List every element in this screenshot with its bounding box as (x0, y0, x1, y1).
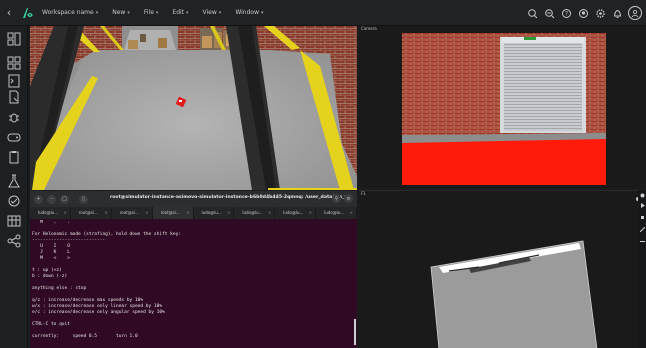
terminal-maximize-icon[interactable]: □ (60, 194, 69, 204)
terminal-tab-label: root@si... (160, 210, 180, 215)
svg-text:?: ? (565, 10, 568, 17)
pan-tool-icon[interactable] (639, 214, 645, 220)
deploy-icon[interactable] (7, 194, 21, 208)
top-menu-bar: ‹ Workspace name ▾ New ▾ File ▾ Edit ▾ View ▾ Wind… (0, 0, 646, 26)
chevron-down-icon: ▾ (127, 10, 130, 16)
chevron-down-icon: ▾ (260, 10, 264, 16)
menu-edit[interactable]: Edit ▾ (172, 9, 188, 16)
terminal-tab-label: ludo@lu... (283, 210, 304, 215)
menu-label: Workspace name (42, 9, 94, 16)
flask-icon[interactable] (7, 174, 21, 188)
terminal-tab-bar: ludo@lu... × root@si... × root@si... × root@si… (30, 207, 357, 219)
close-icon[interactable]: × (268, 210, 271, 215)
map-view[interactable] (359, 191, 640, 348)
chevron-down-icon: ▾ (155, 10, 159, 16)
main-menu: Workspace name ▾ New ▾ File ▾ Edit ▾ View ▾ Window… (42, 9, 278, 16)
code-icon[interactable] (7, 74, 21, 88)
terminal-tab[interactable]: ludo@lu... × (275, 207, 317, 219)
top-icon-group: ? (524, 4, 642, 22)
map-panel-title: F1 (361, 191, 366, 196)
bug-icon[interactable] (7, 110, 21, 124)
terminal-line: currently: speed 0.5 turn 1.0 (32, 334, 138, 339)
menu-view[interactable]: View ▾ (203, 9, 222, 16)
menu-label: View (202, 9, 217, 16)
camera-panel-title: Camera (361, 26, 377, 31)
camera-scene (402, 33, 606, 185)
terminal-tab[interactable]: ludo@lu... × (234, 207, 276, 219)
close-icon[interactable]: × (145, 210, 148, 215)
terminal-tab[interactable]: root@si... × (112, 207, 153, 219)
github-icon[interactable] (575, 4, 592, 22)
close-icon[interactable]: × (350, 210, 353, 215)
menu-new[interactable]: New ▾ (112, 9, 130, 16)
terminal-search-icon[interactable]: ⚲ (332, 194, 341, 203)
chevron-down-icon: ▾ (95, 10, 99, 16)
terminal-tab[interactable]: ludo@lu... × (30, 207, 71, 219)
clipboard-icon[interactable] (7, 150, 21, 164)
panel-gear-icon[interactable] (639, 192, 645, 198)
terminal-header: + – □ ▯ root@simulator-instance-asimovo-… (30, 191, 357, 207)
terminal-tab[interactable]: root@si... × (71, 207, 112, 219)
play-icon[interactable] (639, 202, 645, 208)
layout-icon[interactable] (7, 32, 21, 46)
terminal-tab-label: ludo@lu... (242, 210, 263, 215)
menu-label: Window (235, 9, 259, 16)
settings-icon[interactable] (592, 4, 609, 22)
search-icon[interactable] (524, 4, 541, 22)
network-icon[interactable] (7, 234, 21, 248)
menu-file[interactable]: File ▾ (144, 9, 159, 16)
app-logo-icon[interactable] (18, 4, 36, 22)
right-toolbar (638, 190, 646, 348)
map-panel: F1 (359, 190, 640, 348)
close-icon[interactable]: × (104, 210, 107, 215)
close-icon[interactable]: × (309, 210, 312, 215)
gamepad-icon[interactable] (7, 130, 21, 144)
terminal-split-icon[interactable]: ▯ (79, 194, 88, 204)
back-chevron-icon[interactable]: ‹ (0, 6, 18, 19)
terminal-output[interactable]: M , . For Holonomic mode (strafing), hol… (32, 220, 352, 346)
terminal-tab-label: root@si... (119, 210, 139, 215)
simulation-viewport[interactable] (30, 26, 357, 190)
terminal-scrollbar[interactable] (354, 319, 356, 345)
terminal-new-tab-icon[interactable]: + (34, 194, 43, 204)
terminal-minimize-icon[interactable]: – (47, 194, 56, 204)
draw-tool-icon[interactable] (639, 226, 645, 232)
terminal-title: root@simulator-instance-asimovo-simulato… (110, 195, 352, 200)
widgets-icon[interactable] (7, 56, 21, 70)
close-icon[interactable]: × (64, 210, 67, 215)
terminal-tab-label: root@si... (78, 210, 98, 215)
user-avatar[interactable] (628, 6, 642, 20)
help-icon[interactable]: ? (558, 4, 575, 22)
terminal-tab-label: ludo@lu... (324, 210, 345, 215)
chevron-down-icon: ▾ (186, 10, 189, 16)
close-icon[interactable]: × (227, 210, 230, 215)
zoom-out-icon[interactable] (541, 4, 558, 22)
menu-label: New (112, 9, 126, 16)
warehouse-scene (30, 26, 357, 190)
terminal-menu-icon[interactable]: ≡ (344, 194, 353, 203)
close-icon[interactable]: × (186, 210, 189, 215)
document-icon[interactable] (7, 90, 21, 104)
table-icon[interactable] (7, 214, 21, 228)
notifications-icon[interactable] (609, 4, 626, 22)
terminal-tab-label: ludo@lu... (201, 210, 222, 215)
terminal-window[interactable]: + – □ ▯ root@simulator-instance-asimovo-… (30, 191, 357, 348)
terminal-tab-label: ludo@lu... (38, 210, 59, 215)
terminal-tab[interactable]: ludo@lu... × (316, 207, 357, 219)
terminal-tab[interactable]: root@si... × (152, 207, 194, 219)
chevron-down-icon: ▾ (218, 10, 222, 16)
menu-workspace-name[interactable]: Workspace name ▾ (42, 9, 98, 16)
menu-label: Edit (172, 9, 185, 16)
menu-window[interactable]: Window ▾ (235, 9, 263, 16)
measure-tool-icon[interactable] (639, 238, 645, 244)
left-sidebar (0, 26, 28, 348)
menu-label: File (143, 9, 154, 16)
terminal-tab[interactable]: ludo@lu... × (194, 207, 235, 219)
camera-feed (402, 33, 606, 185)
camera-panel: Camera (359, 26, 646, 188)
